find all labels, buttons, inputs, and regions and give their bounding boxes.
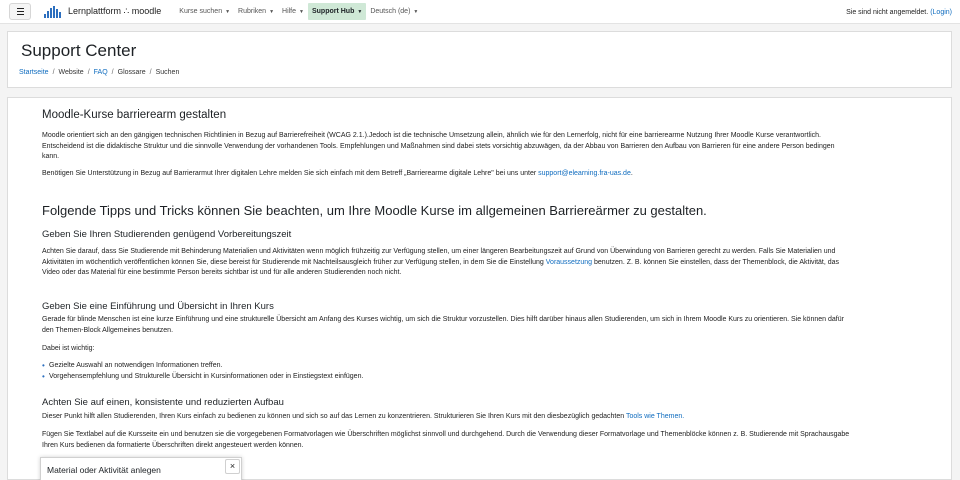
- section-heading-aufbau: Achten Sie auf einen, konsistente und re…: [42, 397, 284, 408]
- menu-language[interactable]: Deutsch (de) ▼: [366, 0, 422, 24]
- caret-down-icon: ▼: [413, 8, 419, 15]
- list-item: Gezielte Auswahl an notwendigen Informat…: [42, 361, 363, 372]
- support-text: Benötigen Sie Unterstützung in Bezug auf…: [42, 170, 539, 177]
- tips-list: Gezielte Auswahl an notwendigen Informat…: [42, 361, 363, 382]
- support-paragraph: Benötigen Sie Unterstützung in Bezug auf…: [42, 169, 852, 180]
- menu-support-hub[interactable]: Support Hub ▼: [307, 3, 367, 20]
- close-button[interactable]: ×: [225, 459, 240, 474]
- tools-themen-link[interactable]: Tools wie Themen.: [626, 413, 684, 420]
- caret-down-icon: ▼: [299, 8, 304, 15]
- section-text-aufbau: Dieser Punkt hilft allen Studierenden, I…: [42, 412, 852, 423]
- tips-heading: Folgende Tipps und Tricks können Sie bea…: [42, 203, 707, 218]
- list-item: Vorgehensempfehlung und Strukturelle Übe…: [42, 372, 363, 383]
- page-title: Support Center: [21, 41, 137, 60]
- moodle-logo-icon: [44, 5, 61, 18]
- menu-line-icon: [16, 14, 24, 15]
- caret-down-icon: ▼: [269, 8, 275, 15]
- add-activity-popup: Material oder Aktivität anlegen ×: [40, 457, 242, 480]
- breadcrumb-separator: /: [87, 69, 90, 76]
- menu-label: Hilfe: [282, 8, 297, 15]
- page-header: Support Center Startseite / Website / FA…: [7, 31, 952, 88]
- article-heading: Moodle-Kurse barrierearm gestalten: [42, 109, 227, 121]
- breadcrumb-separator: /: [111, 69, 114, 76]
- section-text-einfuehrung: Gerade für blinde Menschen ist eine kurz…: [42, 316, 844, 334]
- login-status: Sie sind nicht angemeldet. (Login): [846, 0, 952, 24]
- section-text-vorbereitungszeit: Achten Sie darauf, dass Sie Studierende …: [42, 247, 852, 279]
- brand-link[interactable]: Lernplattform ∴ moodle: [44, 5, 162, 18]
- menu-label: Rubriken: [238, 8, 267, 15]
- section-note: Dabei ist wichtig:: [42, 345, 95, 352]
- login-status-text: Sie sind nicht angemeldet.: [846, 8, 929, 16]
- menu-kurse-suchen[interactable]: Kurse suchen ▼: [175, 0, 234, 24]
- menu-rubriken[interactable]: Rubriken ▼: [234, 0, 278, 24]
- breadcrumb-suchen: Suchen: [155, 69, 180, 76]
- caret-down-icon: ▼: [225, 8, 231, 15]
- breadcrumb-glossare: Glossare: [117, 69, 146, 76]
- brand-name: Lernplattform ∴ moodle: [68, 6, 162, 16]
- hamburger-menu-button[interactable]: [9, 3, 31, 20]
- menu-label: Deutsch (de): [370, 8, 411, 15]
- section-heading-vorbereitungszeit: Geben Sie Ihren Studierenden genügend Vo…: [42, 229, 292, 240]
- breadcrumb: Startseite / Website / FAQ / Glossare / …: [19, 69, 179, 76]
- intro-paragraph: Moodle orientiert sich an den gängigen t…: [42, 132, 835, 160]
- main-content: Moodle-Kurse barrierearm gestalten Moodl…: [7, 97, 952, 480]
- close-icon: ×: [229, 461, 236, 471]
- breadcrumb-separator: /: [149, 69, 152, 76]
- section-heading-einfuehrung: Geben Sie eine Einführung und Übersicht …: [42, 301, 274, 312]
- section-text: Dieser Punkt hilft allen Studierenden, I…: [42, 413, 626, 420]
- menu-label: Support Hub: [311, 8, 355, 15]
- support-text-end: .: [630, 170, 633, 177]
- breadcrumb-website: Website: [58, 69, 84, 76]
- popup-title: Material oder Aktivität anlegen: [47, 465, 161, 475]
- support-email-link[interactable]: support@elearning.fra-uas.de: [538, 170, 631, 177]
- breadcrumb-faq[interactable]: FAQ: [94, 69, 108, 76]
- top-navbar: Lernplattform ∴ moodle Kurse suchen ▼ Ru…: [0, 0, 960, 24]
- section-text-formatvorlagen: Fügen Sie Textlabel auf die Kursseite ei…: [42, 431, 850, 449]
- menu-hilfe[interactable]: Hilfe ▼: [278, 0, 308, 24]
- login-link[interactable]: (Login): [930, 9, 952, 16]
- voraussetzung-link[interactable]: Voraussetzung: [546, 259, 592, 266]
- menu-label: Kurse suchen: [179, 8, 223, 15]
- primary-menu: Kurse suchen ▼ Rubriken ▼ Hilfe ▼ Suppor…: [175, 0, 422, 24]
- menu-line-icon: [16, 11, 24, 12]
- breadcrumb-startseite[interactable]: Startseite: [19, 69, 49, 76]
- menu-line-icon: [16, 8, 24, 9]
- caret-down-icon: ▼: [357, 8, 363, 15]
- breadcrumb-separator: /: [52, 69, 55, 76]
